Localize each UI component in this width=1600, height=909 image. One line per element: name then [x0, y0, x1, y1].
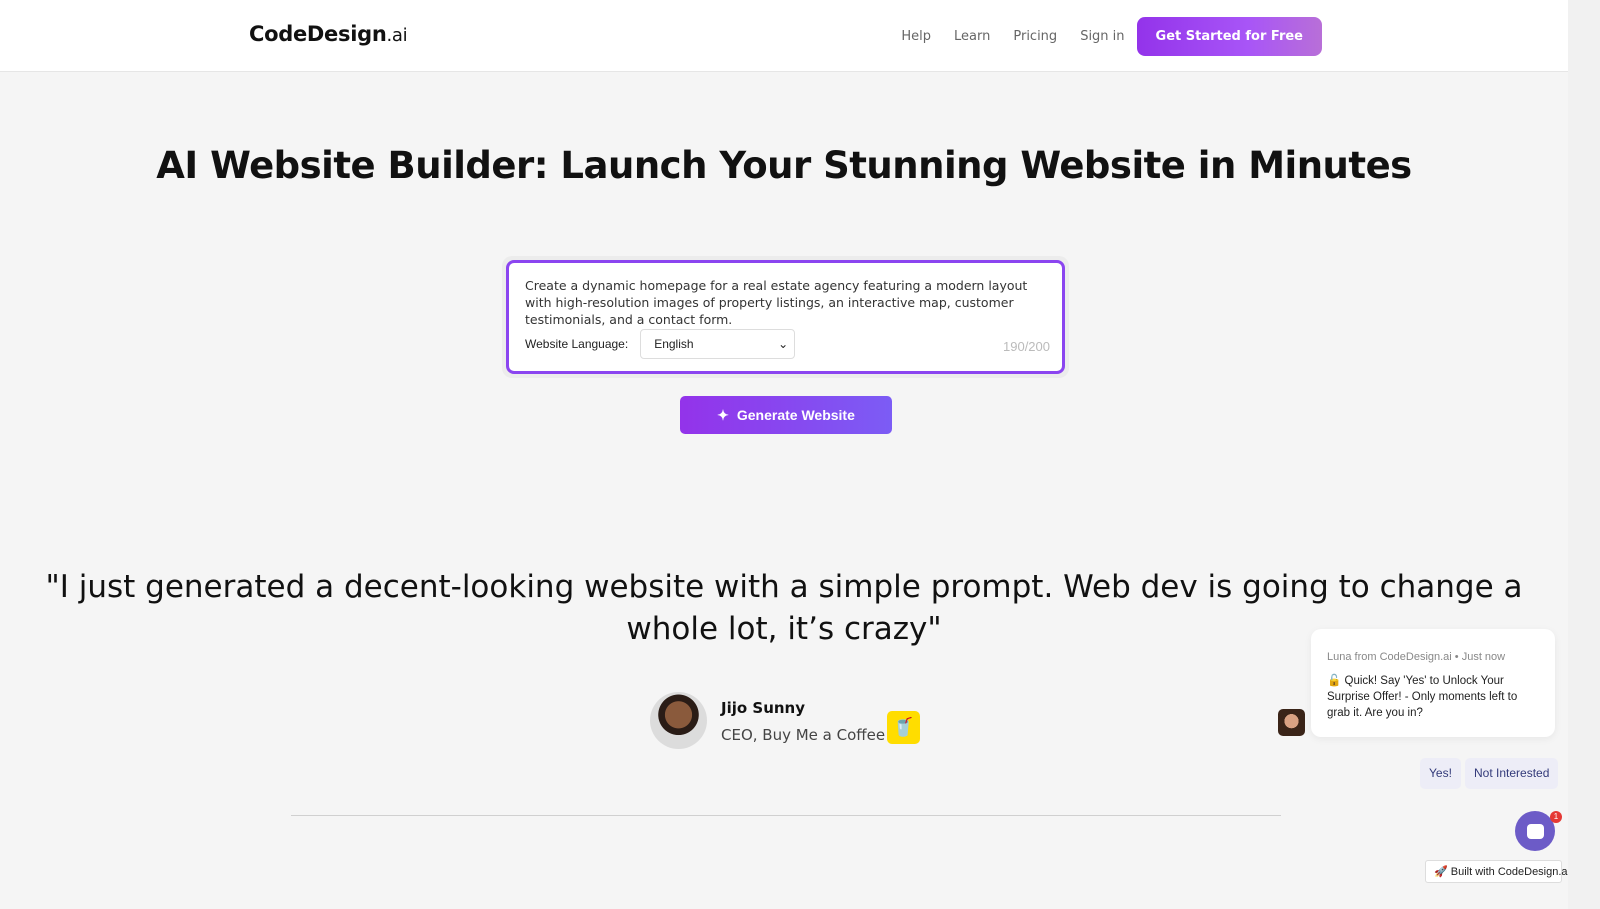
sparkle-icon: ✦	[717, 406, 729, 423]
coffee-cup-icon: 🥤	[887, 711, 920, 744]
chevron-down-icon: ⌄	[778, 337, 789, 351]
nav-help[interactable]: Help	[901, 29, 931, 44]
main-nav: Help Learn Pricing Sign in Get Started f…	[878, 17, 1322, 56]
language-select[interactable]: English ⌄	[640, 329, 796, 359]
chat-icon	[1526, 823, 1544, 839]
chat-not-interested-button[interactable]: Not Interested	[1465, 758, 1559, 789]
generate-website-button[interactable]: ✦ Generate Website	[680, 396, 892, 434]
language-label: Website Language:	[525, 337, 629, 351]
testimonial-role: CEO, Buy Me a Coffee	[721, 726, 886, 744]
page: CodeDesign.ai Help Learn Pricing Sign in…	[0, 0, 1570, 909]
logo[interactable]: CodeDesign.ai	[249, 22, 408, 46]
built-with-badge[interactable]: 🚀 Built with CodeDesign.ai	[1425, 860, 1570, 883]
chat-yes-button[interactable]: Yes!	[1420, 758, 1461, 789]
divider	[291, 815, 1281, 816]
nav-learn[interactable]: Learn	[954, 29, 990, 44]
nav-sign-in[interactable]: Sign in	[1080, 29, 1124, 44]
site-header: CodeDesign.ai Help Learn Pricing Sign in…	[0, 0, 1568, 72]
page-title: AI Website Builder: Launch Your Stunning…	[156, 144, 1412, 187]
get-started-button[interactable]: Get Started for Free	[1136, 17, 1322, 56]
chat-message: Luna from CodeDesign.ai • Just now 🔓 Qui…	[1311, 629, 1555, 737]
chat-agent-avatar	[1278, 709, 1305, 736]
avatar	[650, 692, 707, 749]
char-count: 190/200	[1003, 339, 1050, 354]
nav-pricing[interactable]: Pricing	[1013, 29, 1057, 44]
testimonial-name: Jijo Sunny	[721, 699, 806, 717]
prompt-box: Create a dynamic homepage for a real est…	[502, 256, 1069, 378]
scrollbar[interactable]	[1568, 0, 1600, 909]
prompt-textarea[interactable]: Create a dynamic homepage for a real est…	[525, 277, 1046, 328]
notification-badge: 1	[1550, 811, 1562, 823]
chat-launcher-button[interactable]	[1515, 811, 1555, 851]
